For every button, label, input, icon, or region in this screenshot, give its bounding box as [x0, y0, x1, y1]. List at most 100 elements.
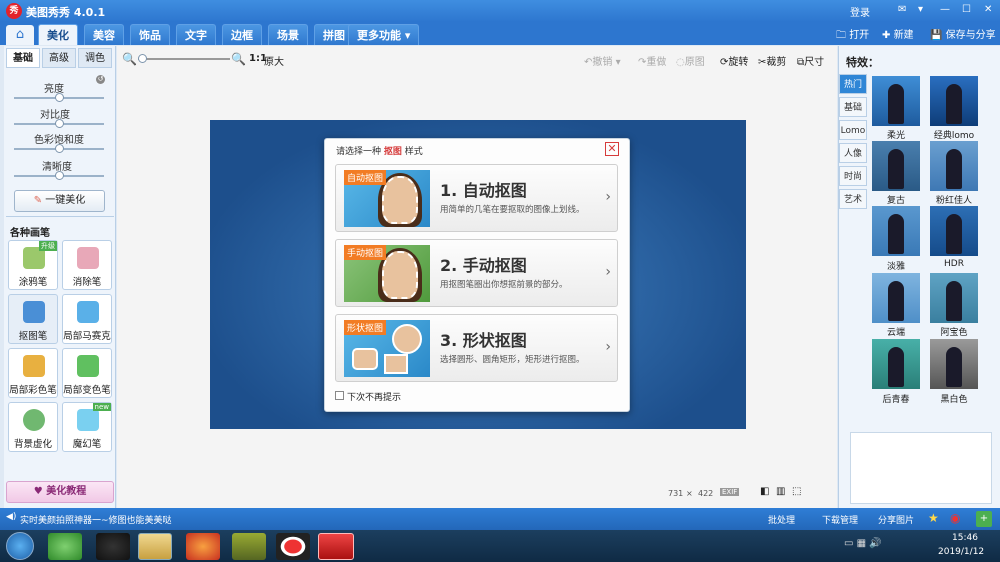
close-icon[interactable]: ✕	[984, 4, 992, 15]
dialog-close-icon[interactable]: ✕	[605, 142, 619, 156]
mosaic-button[interactable]: 局部马赛克	[62, 294, 112, 344]
login-link[interactable]: 登录	[850, 4, 870, 19]
home-icon[interactable]: ⌂	[6, 25, 34, 45]
saturation-knob[interactable]	[55, 144, 64, 153]
add-icon[interactable]: +	[976, 511, 992, 527]
local-recolor-pen-button[interactable]: 局部变色笔	[62, 348, 112, 398]
auto-cutout-tag: 自动抠图	[344, 170, 387, 185]
blur-icon	[23, 409, 45, 431]
reset-icon[interactable]: ↺	[96, 75, 105, 84]
effect-thumb[interactable]	[872, 273, 920, 323]
effect-thumb[interactable]	[930, 273, 978, 323]
message-icon[interactable]: ✉	[898, 4, 906, 15]
explorer-icon[interactable]	[138, 533, 172, 560]
local-color-pen-button[interactable]: 局部彩色笔	[8, 348, 58, 398]
effect-tab-hot[interactable]: 热门	[839, 74, 867, 94]
beautify-tutorial-button[interactable]: ♥ 美化教程	[6, 481, 114, 503]
divider	[6, 216, 114, 217]
weibo-icon[interactable]: ◉	[950, 511, 960, 525]
zoom-out-icon[interactable]: 🔍	[122, 52, 137, 66]
sharpness-knob[interactable]	[55, 171, 64, 180]
effect-thumb[interactable]	[872, 206, 920, 256]
new-button[interactable]: ✚ 新建	[882, 26, 914, 41]
restore-button[interactable]: ◌原图	[676, 53, 705, 68]
maximize-icon[interactable]: ☐	[962, 4, 971, 15]
redo-label: 重做	[646, 57, 667, 68]
360-icon[interactable]	[48, 533, 82, 560]
exif-button[interactable]: EXIF	[720, 488, 740, 496]
effect-tab-lomo[interactable]: Lomo	[839, 120, 867, 140]
effect-tab-portrait[interactable]: 人像	[839, 143, 867, 163]
share-image-button[interactable]: 分享图片	[878, 513, 914, 526]
chevron-right-icon: ›	[605, 264, 611, 280]
eraser-pen-label: 消除笔	[72, 277, 102, 288]
effect-tab-basic[interactable]: 基础	[839, 97, 867, 117]
tab-wenzi[interactable]: 文字	[176, 24, 216, 45]
redo-button[interactable]: ↷重做	[638, 53, 666, 68]
batch-button[interactable]: 批处理	[768, 513, 795, 526]
effect-thumb[interactable]	[930, 76, 978, 126]
subtab-color[interactable]: 调色	[78, 48, 112, 68]
tab-meirong[interactable]: 美容	[84, 24, 124, 45]
background-blur-button[interactable]: 背景虚化	[8, 402, 58, 452]
doodle-pen-button[interactable]: 涂鸦笔 升级	[8, 240, 58, 290]
video-icon[interactable]	[232, 533, 266, 560]
fit-icon[interactable]: ⬚	[792, 486, 801, 497]
zoom-knob[interactable]	[138, 54, 147, 63]
brush-section-title: 各种画笔	[10, 228, 50, 239]
cutout-pen-button[interactable]: 抠图笔	[8, 294, 58, 344]
start-icon[interactable]	[6, 532, 34, 560]
effect-thumb[interactable]	[930, 339, 978, 389]
open-button[interactable]: 🗀 打开	[836, 26, 869, 45]
brightness-knob[interactable]	[55, 93, 64, 102]
dont-show-again-checkbox[interactable]	[335, 391, 344, 400]
crop-button[interactable]: ✂裁剪	[758, 53, 786, 68]
tray-icons[interactable]: ▭ ▦ 🔊	[844, 538, 882, 549]
effect-tab-fashion[interactable]: 时尚	[839, 166, 867, 186]
effect-tab-art[interactable]: 艺术	[839, 189, 867, 209]
effect-thumb[interactable]	[872, 76, 920, 126]
download-manager-button[interactable]: 下载管理	[822, 513, 858, 526]
effect-thumb[interactable]	[872, 141, 920, 191]
auto-cutout-option[interactable]: 自动抠图 1. 自动抠图 用简单的几笔在要抠取的图像上划线。 ›	[335, 164, 618, 232]
subtab-advanced[interactable]: 高级	[42, 48, 76, 68]
background-blur-label: 背景虚化	[13, 439, 52, 450]
zoom-in-icon[interactable]: 🔍	[231, 52, 246, 66]
qq-icon[interactable]	[96, 533, 130, 560]
tab-meihua[interactable]: 美化	[38, 24, 78, 45]
auto-cutout-desc: 用简单的几笔在要抠取的图像上划线。	[440, 205, 585, 215]
view-icon[interactable]: ▥	[776, 486, 785, 497]
subtab-basic[interactable]: 基础	[6, 48, 40, 68]
new-badge: new	[92, 403, 111, 411]
effect-thumb[interactable]	[930, 141, 978, 191]
menu-icon[interactable]: ▾	[918, 4, 923, 15]
save-share-button[interactable]: 💾 保存与分享	[930, 26, 996, 41]
one-click-label: 一键美化	[45, 195, 86, 206]
size-button[interactable]: ⧉尺寸	[797, 53, 824, 68]
compare-icon[interactable]: ◧	[760, 486, 769, 497]
status-message[interactable]: 实时美颜拍照神器一~修图也能美美哒	[20, 513, 172, 526]
tab-changjing[interactable]: 场景	[268, 24, 308, 45]
magic-pen-button[interactable]: 魔幻笔 new	[62, 402, 112, 452]
star-icon[interactable]: ★	[928, 511, 939, 525]
shape-cutout-option[interactable]: 形状抠图 3. 形状抠图 选择圆形、圆角矩形，矩形进行抠图。 ›	[335, 314, 618, 382]
firefox-icon[interactable]	[186, 533, 220, 560]
effect-thumb[interactable]	[930, 206, 978, 256]
rotate-button[interactable]: ⟳旋转	[720, 53, 748, 68]
undo-button[interactable]: ↶撤销 ▾	[584, 53, 621, 68]
paint-bucket-icon	[77, 355, 99, 377]
tab-more[interactable]: 更多功能 ▾	[348, 24, 420, 45]
effect-thumb[interactable]	[872, 339, 920, 389]
manual-cutout-option[interactable]: 手动抠图 2. 手动抠图 用抠图笔圈出你想抠前景的部分。 ›	[335, 239, 618, 307]
one-click-beautify-button[interactable]: ✎ 一键美化	[14, 190, 105, 212]
tab-biankuang[interactable]: 边框	[222, 24, 262, 45]
zoom-slider[interactable]	[138, 58, 230, 60]
record-icon[interactable]	[276, 533, 310, 560]
meitu-icon[interactable]	[318, 533, 354, 560]
tab-shipin[interactable]: 饰品	[130, 24, 170, 45]
folder-icon: 🗀	[836, 30, 850, 41]
eraser-pen-button[interactable]: 消除笔	[62, 240, 112, 290]
contrast-knob[interactable]	[55, 119, 64, 128]
minimize-icon[interactable]: —	[940, 4, 950, 15]
original-size-button[interactable]: 原大	[264, 53, 284, 68]
